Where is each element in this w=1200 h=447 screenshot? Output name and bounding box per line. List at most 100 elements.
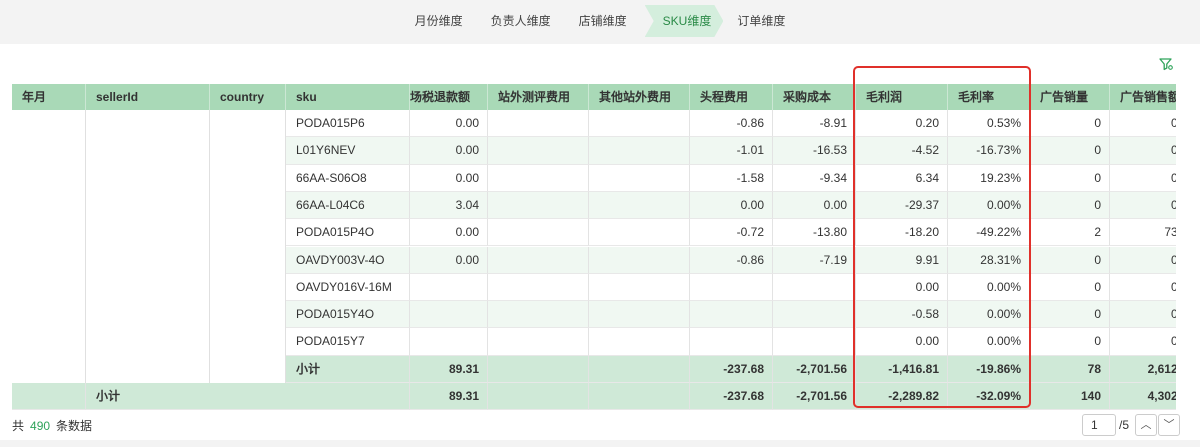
cell-ad-sales: 0. <box>1110 191 1176 220</box>
total-ad-qty: 140 <box>1030 383 1110 410</box>
cell-offsite-other <box>589 164 690 192</box>
tab-owner[interactable]: 负责人维度 <box>477 5 565 37</box>
header-col-gross-margin[interactable]: 毛利率 <box>948 84 1030 110</box>
page-total: /5 <box>1119 418 1130 432</box>
cell-sku: OAVDY003V-4O <box>286 246 410 274</box>
cell-first-leg <box>690 301 773 329</box>
cell-refund: 0.00 <box>410 246 488 274</box>
header-col-country[interactable]: country <box>210 84 286 110</box>
tab-sku[interactable]: SKU维度 <box>645 5 724 37</box>
cell-refund <box>410 273 488 302</box>
cell-purchase: -8.91 <box>773 110 856 138</box>
cell-first-leg <box>690 328 773 356</box>
cell-first-leg: -0.72 <box>690 219 773 247</box>
cell-ad-qty: 0 <box>1030 273 1110 302</box>
cell-offsite-other <box>589 110 690 138</box>
cell-margin: -49.22% <box>948 219 1030 247</box>
cell-purchase <box>773 301 856 329</box>
cell-profit: 0.20 <box>856 110 948 138</box>
cell-refund <box>410 301 488 329</box>
cell-margin: 0.53% <box>948 110 1030 138</box>
cell-profit: -29.37 <box>856 191 948 220</box>
header-col-seller-id[interactable]: sellerId <box>86 84 210 110</box>
header-col-ad-sales[interactable]: 广告销售额 <box>1110 84 1176 110</box>
total-empty <box>12 383 86 410</box>
total-empty <box>589 383 690 410</box>
cell-purchase <box>773 273 856 302</box>
cell-margin: 0.00% <box>948 328 1030 356</box>
subtotal-ad-qty: 78 <box>1030 355 1110 383</box>
merged-country-cell <box>210 110 286 383</box>
cell-refund: 0.00 <box>410 219 488 247</box>
next-page-button[interactable]: ﹀ <box>1158 414 1180 436</box>
cell-refund: 0.00 <box>410 110 488 138</box>
header-col-offsite-review[interactable]: 站外测评费用 <box>488 84 589 110</box>
cell-offsite-review <box>488 110 589 138</box>
page-number-input[interactable] <box>1082 414 1116 436</box>
cell-purchase: -13.80 <box>773 219 856 247</box>
total-row: 小计 89.31 -237.68 -2,701.56 -2,289.82 -32.09% 1… <box>12 383 1176 410</box>
total-purchase: -2,701.56 <box>773 383 856 410</box>
cell-refund: 0.00 <box>410 164 488 192</box>
cell-sku: 66AA-L04C6 <box>286 191 410 220</box>
cell-ad-sales: 0. <box>1110 137 1176 165</box>
prev-page-button[interactable]: ︿ <box>1135 414 1157 436</box>
cell-purchase: -7.19 <box>773 246 856 274</box>
tab-month[interactable]: 月份维度 <box>401 5 477 37</box>
cell-ad-qty: 0 <box>1030 328 1110 356</box>
cell-sku: L01Y6NEV <box>286 137 410 165</box>
cell-ad-qty: 0 <box>1030 246 1110 274</box>
cell-margin: 0.00% <box>948 191 1030 220</box>
cell-offsite-review <box>488 164 589 192</box>
cell-offsite-review <box>488 137 589 165</box>
cell-ad-sales: 0. <box>1110 165 1176 192</box>
cell-profit: -0.58 <box>856 301 948 329</box>
cell-profit: -18.20 <box>856 219 948 247</box>
merged-seller-id-cell <box>86 110 210 383</box>
cell-offsite-review <box>488 328 589 356</box>
cell-margin: 0.00% <box>948 273 1030 302</box>
header-col-year-month[interactable]: 年月 <box>12 84 86 110</box>
cell-offsite-other <box>589 273 690 302</box>
cell-profit: -4.52 <box>856 137 948 165</box>
cell-sku: PODA015P4O <box>286 219 410 247</box>
cell-first-leg: -0.86 <box>690 246 773 274</box>
header-col-gross-profit[interactable]: 毛利润 <box>856 84 948 110</box>
header-col-offsite-other[interactable]: 其他站外费用 <box>589 84 690 110</box>
cell-first-leg <box>690 273 773 302</box>
header-col-refund[interactable]: 场税退款额 <box>410 84 488 110</box>
cell-ad-qty: 2 <box>1030 219 1110 247</box>
subtotal-label: 小计 <box>286 355 410 383</box>
cell-first-leg: -1.58 <box>690 164 773 192</box>
subtotal-empty <box>488 355 589 383</box>
cell-purchase: -16.53 <box>773 137 856 165</box>
header-col-ad-qty[interactable]: 广告销量 <box>1030 84 1110 110</box>
cell-sku: PODA015Y7 <box>286 328 410 356</box>
subtotal-purchase: -2,701.56 <box>773 355 856 383</box>
header-col-sku[interactable]: sku <box>286 84 410 110</box>
tab-store[interactable]: 店铺维度 <box>565 5 641 37</box>
cell-ad-sales: 0. <box>1110 110 1176 138</box>
cell-margin: 0.00% <box>948 301 1030 329</box>
cell-offsite-other <box>589 191 690 220</box>
cell-first-leg: 0.00 <box>690 191 773 220</box>
tab-order[interactable]: 订单维度 <box>723 5 799 37</box>
cell-offsite-review <box>488 301 589 329</box>
data-table: 年月 sellerId country sku 场税退款额 站外测评费用 其他站外费用 头程费… <box>12 84 1176 410</box>
dimension-tabs: 月份维度 负责人维度 店铺维度 SKU维度 订单维度 <box>0 5 1200 37</box>
cell-sku: PODA015P6 <box>286 110 410 138</box>
total-empty <box>488 383 589 410</box>
header-col-purchase-cost[interactable]: 采购成本 <box>773 84 856 110</box>
total-label: 小计 <box>86 383 410 410</box>
header-col-first-leg[interactable]: 头程费用 <box>690 84 773 110</box>
cell-refund: 0.00 <box>410 137 488 165</box>
cell-offsite-review <box>488 273 589 302</box>
subtotal-empty <box>589 355 690 383</box>
chevron-up-icon: ︿ <box>1140 419 1152 431</box>
cell-ad-sales: 0. <box>1110 328 1176 356</box>
filter-settings-icon[interactable] <box>1158 56 1174 72</box>
cell-offsite-review <box>488 191 589 220</box>
cell-offsite-other <box>589 328 690 356</box>
cell-first-leg: -1.01 <box>690 137 773 165</box>
cell-sku: OAVDY016V-16M <box>286 273 410 302</box>
